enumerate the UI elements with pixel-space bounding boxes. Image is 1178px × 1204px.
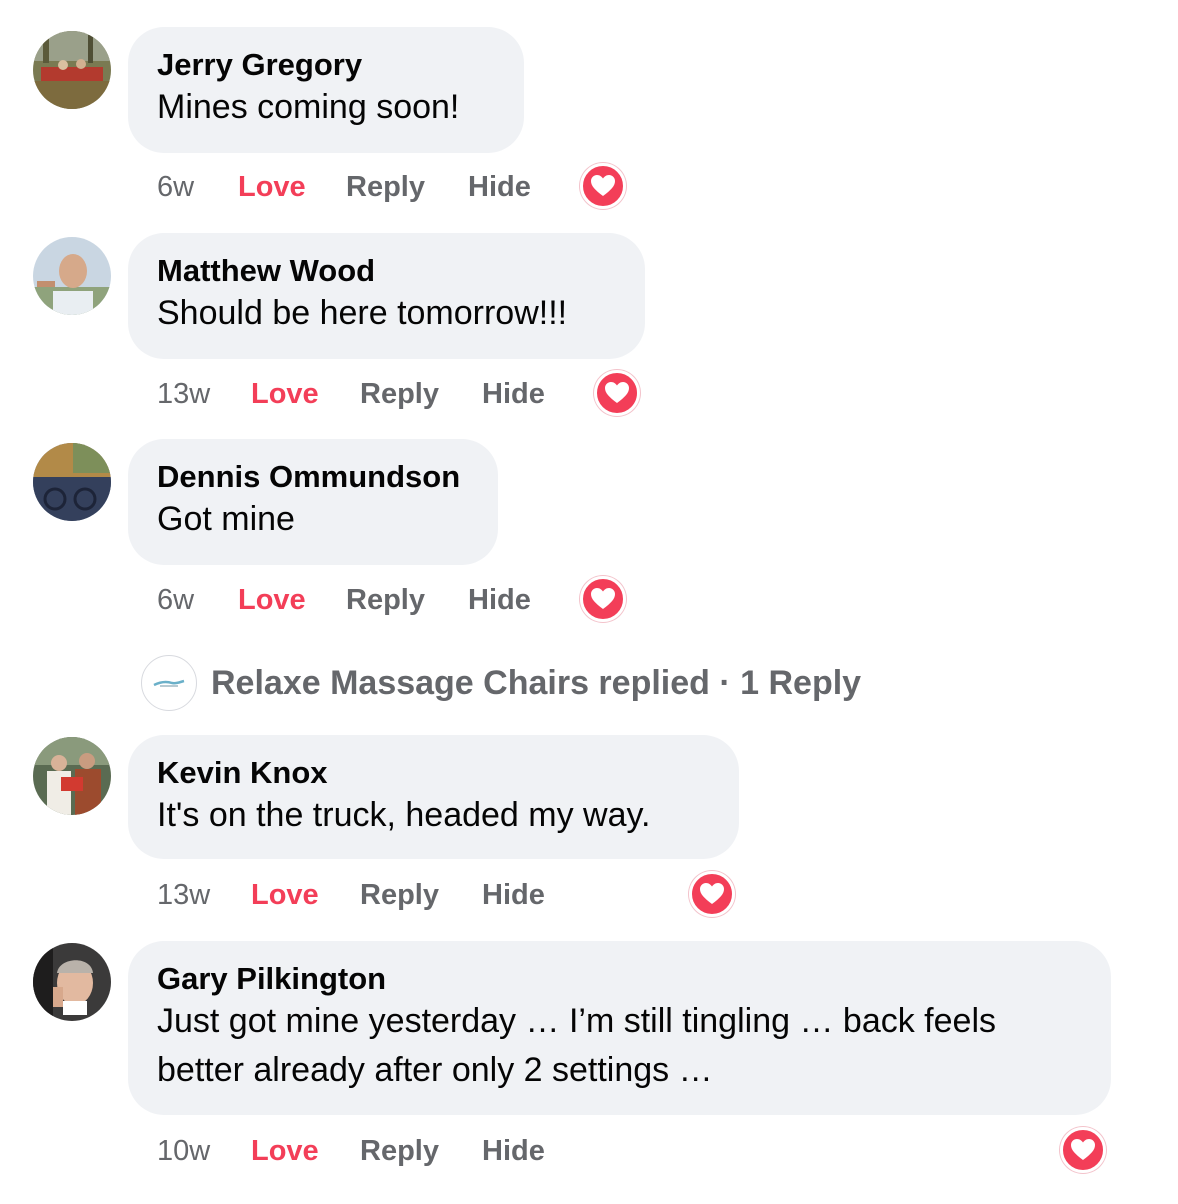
avatar-dennis-ommundson[interactable] (33, 443, 111, 521)
reply-button[interactable]: Reply (346, 580, 425, 620)
comment-time[interactable]: 10w (157, 1131, 210, 1171)
comment-time[interactable]: 13w (157, 374, 210, 414)
comment-text-line: Just got mine yesterday … I’m still ting… (157, 1002, 996, 1040)
avatar-matthew-wood[interactable] (33, 237, 111, 315)
comment-bubble: Matthew Wood Should be here tomorrow!!! (128, 233, 645, 359)
comment-text: Got mine (157, 500, 295, 538)
comment-bubble: Dennis Ommundson Got mine (128, 439, 498, 565)
massage-chair-icon (153, 679, 185, 687)
comment-author[interactable]: Matthew Wood (157, 253, 616, 289)
hide-button[interactable]: Hide (482, 875, 545, 915)
reply-button[interactable]: Reply (360, 1131, 439, 1171)
love-button[interactable]: Love (238, 580, 306, 620)
comment-time[interactable]: 6w (157, 580, 194, 620)
comment-author[interactable]: Jerry Gregory (157, 47, 495, 83)
love-reaction-icon[interactable] (1060, 1127, 1106, 1173)
avatar-gary-pilkington[interactable] (33, 943, 111, 1021)
love-button[interactable]: Love (251, 1131, 319, 1171)
comment-time[interactable]: 13w (157, 875, 210, 915)
comment-text: Mines coming soon! (157, 88, 460, 126)
comment-bubble: Gary Pilkington Just got mine yesterday … (128, 941, 1111, 1115)
reply-button[interactable]: Reply (360, 374, 439, 414)
hide-button[interactable]: Hide (482, 374, 545, 414)
hide-button[interactable]: Hide (482, 1131, 545, 1171)
love-reaction-icon[interactable] (580, 576, 626, 622)
comment-text: Should be here tomorrow!!! (157, 294, 568, 332)
reply-button[interactable]: Reply (360, 875, 439, 915)
comment-author[interactable]: Kevin Knox (157, 755, 710, 791)
love-reaction-icon[interactable] (580, 163, 626, 209)
love-reaction-icon[interactable] (594, 370, 640, 416)
love-reaction-icon[interactable] (689, 871, 735, 917)
comment-author[interactable]: Gary Pilkington (157, 961, 1082, 997)
page-avatar (141, 655, 197, 711)
love-button[interactable]: Love (251, 374, 319, 414)
love-button[interactable]: Love (238, 167, 306, 207)
comment-bubble: Jerry Gregory Mines coming soon! (128, 27, 524, 153)
replied-text[interactable]: Relaxe Massage Chairs replied · 1 Reply (211, 661, 861, 705)
avatar-jerry-gregory[interactable] (33, 31, 111, 109)
comment-bubble: Kevin Knox It's on the truck, headed my … (128, 735, 739, 859)
reply-button[interactable]: Reply (346, 167, 425, 207)
comment-text: It's on the truck, headed my way. (157, 796, 651, 834)
hide-button[interactable]: Hide (468, 167, 531, 207)
comment-time[interactable]: 6w (157, 167, 194, 207)
love-button[interactable]: Love (251, 875, 319, 915)
avatar-kevin-knox[interactable] (33, 737, 111, 815)
comment-text-line: better already after only 2 settings … (157, 1051, 713, 1089)
hide-button[interactable]: Hide (468, 580, 531, 620)
comment-author[interactable]: Dennis Ommundson (157, 459, 469, 495)
